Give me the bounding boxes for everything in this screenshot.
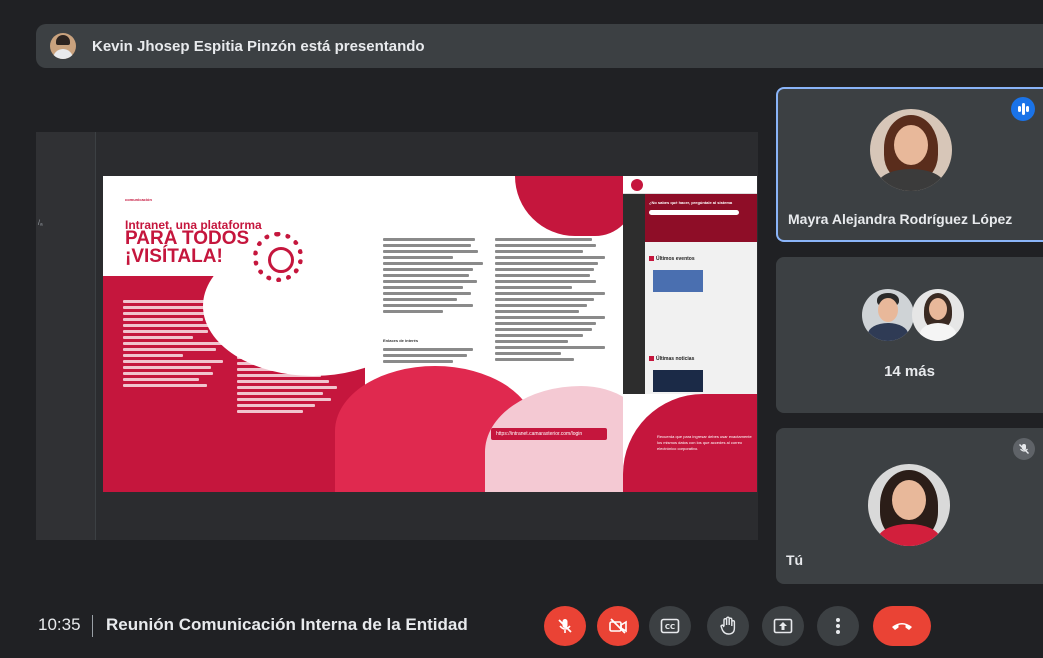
svg-text:CC: CC: [665, 623, 675, 631]
meeting-clock: 10:35: [38, 615, 81, 634]
slide-sidebar: /ₐ: [36, 132, 96, 540]
avatar: [862, 289, 914, 341]
mic-muted-icon: [1013, 438, 1035, 460]
screenshot-hero: ¿No sabes qué hacer, pregúntale al siste…: [645, 194, 757, 242]
leave-call-button[interactable]: [873, 606, 931, 646]
hang-up-icon: [892, 623, 912, 630]
divider: [92, 615, 93, 637]
slide-side-mark: /ₐ: [38, 220, 43, 227]
participant-tile-more[interactable]: 14 más: [776, 257, 1043, 413]
screenshot-news-card: [653, 370, 703, 392]
screenshot-hero-text: ¿No sabes qué hacer, pregúntale al siste…: [649, 200, 733, 205]
mic-off-icon: [558, 619, 572, 633]
gear-icon: [253, 232, 303, 282]
present-icon: [773, 618, 793, 634]
links-heading: Enlaces de interés: [383, 338, 419, 343]
screenshot-section-news: Últimas noticias: [649, 356, 694, 362]
doc-intranet-link: https://intranet.camaraxterior.com/login: [491, 428, 607, 440]
doc-title-line3: ¡VISÍTALA!: [125, 246, 223, 267]
hand-icon: [720, 616, 736, 635]
doc-body-text-block: [383, 348, 483, 366]
speaking-indicator-icon: [1011, 97, 1035, 121]
participant-tile-mayra[interactable]: Mayra Alejandra Rodríguez López: [776, 87, 1043, 242]
screenshot-search-bar: [649, 210, 739, 215]
avatar: [870, 109, 952, 191]
more-options-button[interactable]: [817, 606, 859, 646]
doc-body-text-block: [237, 326, 337, 416]
presenter-avatar: [50, 33, 76, 59]
doc-right-panel: ¿No sabes qué hacer, pregúntale al siste…: [623, 176, 757, 492]
mic-toggle-button[interactable]: [544, 606, 586, 646]
captions-icon: CC: [660, 618, 680, 634]
screenshot-event-card: [653, 270, 703, 292]
screenshot-section-events: Últimos eventos: [649, 256, 695, 262]
shared-document: comunicación Intranet, una plataforma PA…: [103, 176, 757, 492]
screenshot-topbar: [623, 176, 757, 194]
screenshot-nav: [623, 194, 645, 394]
participant-name: Mayra Alejandra Rodríguez López: [788, 211, 1013, 227]
doc-red-blob: [515, 176, 635, 236]
doc-kicker: comunicación: [125, 197, 152, 202]
presenter-text: Kevin Jhosep Espitia Pinzón está present…: [92, 37, 425, 55]
more-vert-icon: [836, 618, 840, 634]
camera-off-icon: [609, 618, 627, 634]
avatar: [868, 464, 950, 546]
doc-middle-panel: Enlaces de interés https://intranet.cama…: [335, 176, 645, 492]
doc-left-panel: comunicación Intranet, una plataforma PA…: [103, 176, 423, 492]
presenter-banner: Kevin Jhosep Espitia Pinzón está present…: [36, 24, 1043, 68]
avatar: [912, 289, 964, 341]
more-participants-count: 14 más: [884, 363, 935, 380]
doc-body-text-block: [495, 238, 605, 364]
bottom-control-bar: 10:35 Reunión Comunicación Interna de la…: [0, 596, 1043, 658]
intranet-logo: [631, 179, 643, 191]
captions-button[interactable]: CC: [649, 606, 691, 646]
camera-toggle-button[interactable]: [597, 606, 639, 646]
participant-tile-self[interactable]: Tú: [776, 428, 1043, 584]
raise-hand-button[interactable]: [707, 606, 749, 646]
doc-body-text-block: [123, 300, 223, 390]
doc-footer-note: Recuerda que para ingresar debes usar ex…: [657, 434, 752, 451]
present-screen-button[interactable]: [762, 606, 804, 646]
meeting-title: Reunión Comunicación Interna de la Entid…: [106, 615, 468, 634]
participant-name: Tú: [786, 552, 804, 568]
doc-body-text-block: [383, 238, 483, 316]
